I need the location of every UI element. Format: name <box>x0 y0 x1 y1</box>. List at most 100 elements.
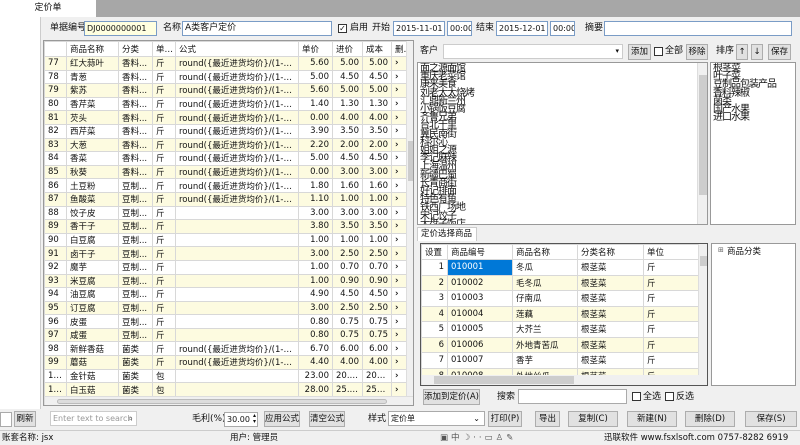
table-cell[interactable]: 斤 <box>643 274 699 291</box>
table-cell[interactable]: 外地青苦瓜 <box>512 336 578 353</box>
table-cell[interactable]: 斤 <box>152 56 176 71</box>
delete-row-icon[interactable]: › <box>391 382 407 397</box>
table-cell[interactable]: 毛冬瓜 <box>512 274 578 291</box>
table-cell[interactable]: round({最近进货均价}/(1-0.10... <box>175 191 299 207</box>
table-cell[interactable]: 豆制... <box>118 287 153 302</box>
delete-row-icon[interactable]: › <box>391 246 407 261</box>
enabled-checkbox[interactable]: ✓ <box>338 24 347 33</box>
table-cell[interactable]: 斤 <box>152 259 176 275</box>
table-cell[interactable]: 香料... <box>118 96 153 112</box>
table-cell[interactable]: 包 <box>152 368 176 384</box>
delete-row-icon[interactable]: › <box>391 151 407 166</box>
select-grid-hscrollbar[interactable] <box>421 375 707 385</box>
table-cell[interactable]: 斤 <box>643 259 699 276</box>
table-cell[interactable]: 23.00 <box>298 368 333 384</box>
delete-row-icon[interactable]: › <box>391 368 407 384</box>
table-cell[interactable]: 1.00 <box>332 191 363 207</box>
table-cell[interactable]: 斤 <box>152 110 176 125</box>
table-cell[interactable]: 斤 <box>152 137 176 153</box>
table-cell[interactable]: 3.50 <box>362 219 392 234</box>
table-cell[interactable] <box>175 259 299 275</box>
table-cell[interactable]: 96 <box>44 314 67 329</box>
table-cell[interactable]: 斤 <box>152 355 176 370</box>
table-cell[interactable]: round({最近进货均价}/(1-0.10... <box>175 178 299 193</box>
print-button[interactable]: 打印(P) <box>488 411 522 427</box>
table-cell[interactable]: 89 <box>44 219 67 234</box>
table-cell[interactable]: 4.50 <box>332 151 363 166</box>
table-cell[interactable]: 5.00 <box>332 56 363 71</box>
table-cell[interactable]: 1.60 <box>332 178 363 193</box>
table-cell[interactable]: 0.80 <box>298 327 333 343</box>
table-row[interactable]: 99 蘑菇 菌类斤 round({最近进货均价}/(1-0.10... 4.40 4.00… <box>44 355 407 370</box>
customer-item[interactable]: 大盘子饭店 <box>420 219 705 224</box>
table-cell[interactable]: 1.00 <box>298 273 333 289</box>
table-cell[interactable]: 根茎菜 <box>577 305 644 322</box>
table-cell[interactable]: 根茎菜 <box>577 321 644 338</box>
table-cell[interactable]: 010004 <box>447 305 513 322</box>
table-cell[interactable]: 斤 <box>152 219 176 234</box>
table-cell[interactable]: 饺子皮 <box>66 205 119 221</box>
table-cell[interactable]: 豆制... <box>118 246 153 261</box>
table-cell[interactable]: 86 <box>44 178 67 193</box>
table-row[interactable]: 87 鱼酸菜 豆制... 斤 round({最近进货均价}/(1-0.10... 1.10… <box>44 191 407 207</box>
table-cell[interactable]: 豆制... <box>118 232 153 248</box>
table-cell[interactable]: 蘑菇 <box>66 355 119 370</box>
table-cell[interactable]: 斤 <box>152 327 176 343</box>
table-cell[interactable]: 4 <box>421 305 448 322</box>
table-cell[interactable]: round({最近进货均价}/(1-0.10... <box>175 69 299 85</box>
table-cell[interactable] <box>175 219 299 234</box>
table-cell[interactable]: 香料... <box>118 151 153 166</box>
table-cell[interactable]: 香料... <box>118 56 153 71</box>
table-cell[interactable]: 1.30 <box>362 96 392 112</box>
table-cell[interactable]: round({最近进货均价}/(1-0.10... <box>175 137 299 153</box>
table-cell[interactable]: 1.40 <box>298 96 333 112</box>
new-button[interactable]: 新建(N) <box>627 411 677 427</box>
table-cell[interactable]: 92 <box>44 259 67 275</box>
table-row[interactable]: 94 油豆腐 豆制... 斤 4.90 4.50 4.50 › <box>44 287 407 302</box>
table-cell[interactable] <box>175 273 299 289</box>
delete-row-icon[interactable]: › <box>391 219 407 234</box>
delete-row-icon[interactable]: › <box>391 83 407 98</box>
table-cell[interactable]: 芡头 <box>66 110 119 125</box>
start-time-field[interactable]: 00:00 <box>447 21 472 36</box>
table-cell[interactable]: 010003 <box>447 290 513 307</box>
table-cell[interactable]: 6.00 <box>362 341 392 357</box>
scroll-thumb[interactable] <box>434 376 574 384</box>
table-cell[interactable]: 香料... <box>118 164 153 180</box>
table-cell[interactable]: 4.40 <box>298 355 333 370</box>
table-cell[interactable]: 菌类 <box>118 382 153 397</box>
table-cell[interactable]: 菌类 <box>118 368 153 384</box>
table-cell[interactable]: 青葱 <box>66 69 119 85</box>
table-cell[interactable]: round({最近进货均价}/(1-0.10... <box>175 355 299 370</box>
summary-field[interactable] <box>604 21 792 36</box>
table-cell[interactable]: 油豆腐 <box>66 287 119 302</box>
table-row[interactable]: 6 010006 外地青苦瓜 根茎菜斤 <box>421 336 699 353</box>
table-row[interactable]: 98 新鲜香菇 菌类斤 round({最近进货均价}/(1-0.10... 6.70 6.… <box>44 341 407 357</box>
column-header[interactable]: 删除 <box>391 41 407 57</box>
table-cell[interactable]: 3.00 <box>298 300 333 316</box>
table-cell[interactable]: round({最近进货均价}/(1-0.10... <box>175 164 299 180</box>
table-cell[interactable]: 莲藕 <box>512 305 578 322</box>
table-cell[interactable]: 豆制... <box>118 219 153 234</box>
table-cell[interactable]: 根茎菜 <box>577 336 644 353</box>
table-row[interactable]: 88 饺子皮 豆制... 斤 3.00 3.00 3.00 › <box>44 205 407 221</box>
table-cell[interactable]: 010001 <box>447 259 513 276</box>
table-cell[interactable]: 斤 <box>152 273 176 289</box>
table-cell[interactable]: 根茎菜 <box>577 274 644 291</box>
table-cell[interactable]: 3.50 <box>332 123 363 139</box>
table-cell[interactable]: 77 <box>44 56 67 71</box>
delete-row-icon[interactable]: › <box>391 137 407 153</box>
table-cell[interactable]: 0.75 <box>362 314 392 329</box>
table-cell[interactable]: round({最近进货均价}/(1-0.10... <box>175 56 299 71</box>
table-cell[interactable] <box>175 382 299 397</box>
table-row[interactable]: 89 香干子 豆制... 斤 3.80 3.50 3.50 › <box>44 219 407 234</box>
table-cell[interactable]: 斤 <box>152 151 176 166</box>
table-cell[interactable]: round({最近进货均价}/(1-0.10... <box>175 110 299 125</box>
name-field[interactable]: A类客户定价 <box>182 21 332 36</box>
table-cell[interactable]: 94 <box>44 287 67 302</box>
table-cell[interactable]: 2.20 <box>298 137 333 153</box>
table-row[interactable]: 90 白豆腐 豆制... 斤 1.00 1.00 1.00 › <box>44 232 407 248</box>
table-cell[interactable]: 90 <box>44 232 67 248</box>
table-cell[interactable]: 0.70 <box>362 259 392 275</box>
table-cell[interactable]: 93 <box>44 273 67 289</box>
